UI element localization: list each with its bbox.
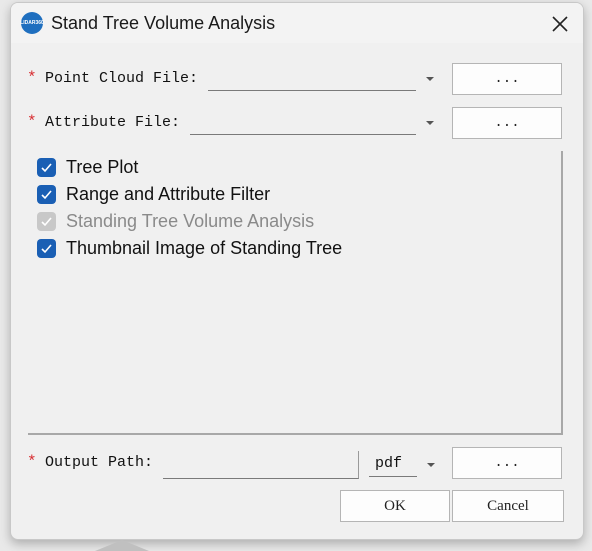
checkbox[interactable] [37,157,56,177]
checkbox[interactable] [37,184,56,204]
output-path-input[interactable] [163,451,359,479]
combo-underline [369,476,417,477]
option-label: Range and Attribute Filter [66,183,271,204]
attribute-file-combo[interactable] [190,109,442,137]
close-icon [552,16,568,32]
required-mark: * [27,453,37,471]
chevron-down-icon[interactable] [426,77,434,81]
attribute-browse-button[interactable]: ... [452,107,562,139]
cancel-button[interactable]: Cancel [452,490,564,522]
options-panel: Tree Plot Range and Attribute Filter Sta… [28,151,563,435]
app-logo-text: LIDAR360 [20,20,44,26]
checkmark-icon [41,189,52,199]
required-mark: * [27,69,37,87]
output-format-value: pdf [375,455,403,472]
checkbox[interactable] [37,238,56,258]
attribute-file-label: Attribute File: [45,114,181,131]
point-cloud-file-label: Point Cloud File: [45,70,199,87]
title-bar: LIDAR360 Stand Tree Volume Analysis [11,3,583,43]
checkbox-disabled [37,211,56,231]
output-format-combo[interactable]: pdf [369,451,443,479]
ok-button[interactable]: OK [340,490,450,522]
option-standing-tree-volume-analysis: Standing Tree Volume Analysis [37,209,314,233]
checkmark-icon [41,162,52,172]
required-mark: * [27,113,37,131]
option-label: Tree Plot [66,156,139,177]
point-cloud-browse-button[interactable]: ... [452,63,562,95]
combo-underline [208,90,416,91]
option-label: Standing Tree Volume Analysis [66,210,315,231]
stand-tree-volume-dialog: LIDAR360 Stand Tree Volume Analysis * Po… [10,2,584,540]
background-window-edge [95,540,149,551]
window-title: Stand Tree Volume Analysis [51,13,276,33]
option-range-attribute-filter[interactable]: Range and Attribute Filter [37,182,270,206]
checkmark-icon [41,216,52,226]
app-logo-icon: LIDAR360 [20,12,44,34]
output-path-label: Output Path: [45,454,154,471]
option-thumbnail-image[interactable]: Thumbnail Image of Standing Tree [37,236,342,260]
chevron-down-icon[interactable] [427,463,435,467]
output-path-browse-button[interactable]: ... [452,447,562,479]
option-label: Thumbnail Image of Standing Tree [66,237,343,258]
checkmark-icon [41,243,52,253]
chevron-down-icon[interactable] [426,121,434,125]
combo-underline [190,134,416,135]
option-tree-plot[interactable]: Tree Plot [37,155,138,179]
point-cloud-file-combo[interactable] [208,65,442,93]
close-button[interactable] [547,11,573,37]
